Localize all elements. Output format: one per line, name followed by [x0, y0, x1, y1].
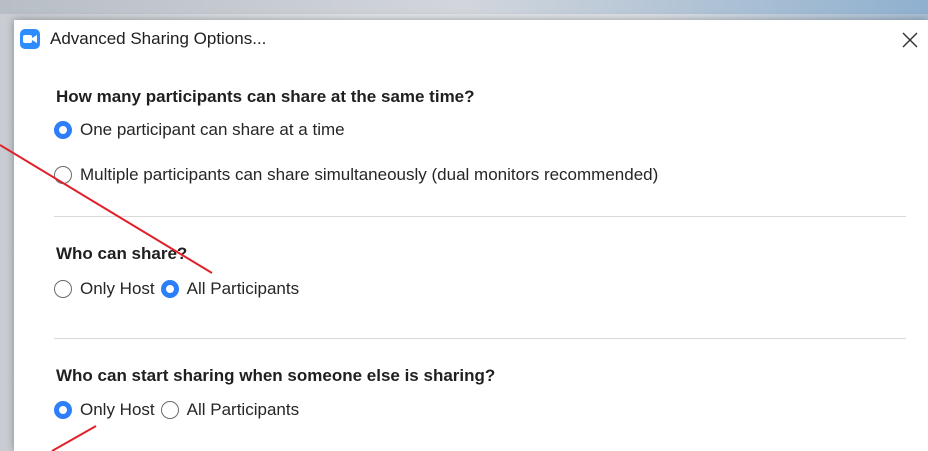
- radio-all-participants[interactable]: [160, 401, 179, 419]
- title-bar: Advanced Sharing Options...: [14, 20, 928, 60]
- radio-label: Only Host: [80, 279, 155, 298]
- zoom-camera-icon: [20, 29, 40, 49]
- radio-label: All Participants: [186, 400, 300, 419]
- share-count-question: How many participants can share at the s…: [56, 87, 475, 106]
- radio-only-host[interactable]: [54, 401, 72, 419]
- start-sharing-options: Only Host All Participants: [54, 400, 305, 426]
- radio-multiple-participants[interactable]: Multiple participants can share simultan…: [54, 165, 664, 191]
- radio-label: Only Host: [80, 400, 155, 419]
- radio-unselected-icon[interactable]: [54, 166, 72, 184]
- advanced-sharing-dialog: Advanced Sharing Options... How many par…: [14, 20, 928, 451]
- window-title: Advanced Sharing Options...: [50, 29, 267, 48]
- divider: [54, 338, 906, 339]
- close-button[interactable]: [896, 26, 924, 54]
- radio-label: One participant can share at a time: [80, 120, 345, 139]
- background-window-edge: [0, 0, 928, 14]
- radio-one-participant[interactable]: One participant can share at a time: [54, 120, 351, 146]
- radio-all-participants[interactable]: [160, 280, 179, 298]
- radio-only-host[interactable]: [54, 280, 72, 298]
- close-icon: [902, 32, 918, 48]
- who-can-share-question: Who can share?: [56, 244, 188, 263]
- divider: [54, 216, 906, 217]
- who-can-share-options: Only Host All Participants: [54, 279, 305, 305]
- radio-selected-icon[interactable]: [54, 121, 72, 139]
- start-sharing-question: Who can start sharing when someone else …: [56, 366, 496, 385]
- radio-label: Multiple participants can share simultan…: [80, 165, 659, 184]
- radio-label: All Participants: [186, 279, 300, 298]
